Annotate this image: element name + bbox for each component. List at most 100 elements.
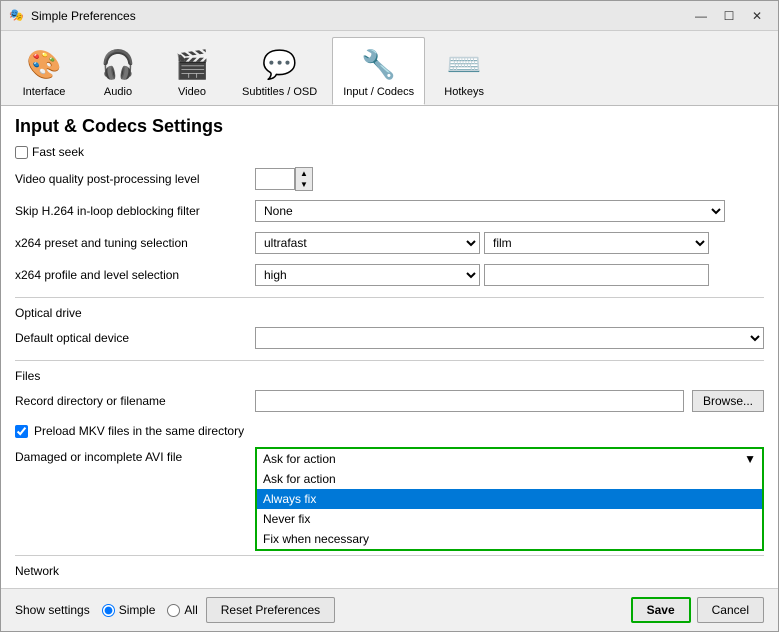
fast-seek-label: Fast seek: [32, 145, 84, 159]
audio-label: Audio: [104, 86, 132, 98]
browse-button[interactable]: Browse...: [692, 390, 764, 412]
record-dir-row: Record directory or filename Browse...: [15, 387, 764, 415]
skip-h264-control: None: [255, 200, 764, 222]
nav-input-codecs[interactable]: 🔧 Input / Codecs: [332, 37, 425, 105]
settings-scroll[interactable]: Fast seek Video quality post-processing …: [1, 145, 778, 588]
damaged-avi-dropdown[interactable]: Ask for action ▼ Ask for action Always f…: [255, 447, 764, 551]
maximize-button[interactable]: ☐: [716, 5, 742, 27]
window-controls: — ☐ ✕: [688, 5, 770, 27]
dropdown-option-always[interactable]: Always fix: [257, 489, 762, 509]
hotkeys-icon: ⌨️: [444, 44, 484, 84]
spinner-buttons: ▲ ▼: [295, 167, 313, 191]
save-button[interactable]: Save: [631, 597, 691, 623]
main-window: 🎭 Simple Preferences — ☐ ✕ 🎨 Interface 🎧…: [0, 0, 779, 632]
show-settings-group: Show settings Simple All Reset Preferenc…: [15, 597, 335, 623]
fast-seek-checkbox[interactable]: [15, 146, 28, 159]
dropdown-arrow-icon: ▼: [744, 452, 756, 466]
video-quality-input[interactable]: 6: [255, 168, 295, 190]
damaged-avi-label: Damaged or incomplete AVI file: [15, 447, 255, 464]
page-title: Input & Codecs Settings: [1, 106, 778, 145]
hotkeys-label: Hotkeys: [444, 86, 484, 98]
x264-level-input[interactable]: 0: [484, 264, 709, 286]
x264-preset-label: x264 preset and tuning selection: [15, 236, 255, 250]
x264-preset-control: ultrafast film: [255, 232, 764, 254]
dropdown-option-ask[interactable]: Ask for action: [257, 469, 762, 489]
x264-profile-label: x264 profile and level selection: [15, 268, 255, 282]
optical-section-header: Optical drive: [15, 306, 764, 320]
record-input[interactable]: [255, 390, 684, 412]
interface-icon: 🎨: [24, 44, 64, 84]
video-quality-label: Video quality post-processing level: [15, 172, 255, 186]
input-label: Input / Codecs: [343, 86, 414, 98]
skip-h264-select[interactable]: None: [255, 200, 725, 222]
default-optical-label: Default optical device: [15, 331, 255, 345]
video-quality-spinner: 6 ▲ ▼: [255, 167, 313, 191]
nav-bar: 🎨 Interface 🎧 Audio 🎬 Video 💬 Subtitles …: [1, 31, 778, 105]
simple-radio-option[interactable]: Simple: [102, 603, 156, 617]
record-dir-control: Browse...: [255, 390, 764, 412]
video-icon: 🎬: [172, 44, 212, 84]
x264-preset-select[interactable]: ultrafast: [255, 232, 480, 254]
all-radio-option[interactable]: All: [167, 603, 197, 617]
x264-profile-row: x264 profile and level selection high 0: [15, 261, 764, 289]
nav-interface[interactable]: 🎨 Interface: [9, 37, 79, 105]
preload-mkv-checkbox[interactable]: [15, 425, 28, 438]
all-radio[interactable]: [167, 604, 180, 617]
bottom-bar: Show settings Simple All Reset Preferenc…: [1, 588, 778, 631]
dropdown-option-never[interactable]: Never fix: [257, 509, 762, 529]
divider-1: [15, 297, 764, 298]
minimize-button[interactable]: —: [688, 5, 714, 27]
interface-label: Interface: [23, 86, 66, 98]
preload-mkv-label: Preload MKV files in the same directory: [34, 424, 244, 438]
close-button[interactable]: ✕: [744, 5, 770, 27]
divider-3: [15, 555, 764, 556]
nav-subtitles[interactable]: 💬 Subtitles / OSD: [231, 37, 328, 105]
x264-tune-select[interactable]: film: [484, 232, 709, 254]
divider-2: [15, 360, 764, 361]
nav-hotkeys[interactable]: ⌨️ Hotkeys: [429, 37, 499, 105]
damaged-avi-row: Damaged or incomplete AVI file Ask for a…: [15, 447, 764, 551]
damaged-avi-control: Ask for action ▼ Ask for action Always f…: [255, 447, 764, 551]
default-optical-row: Default optical device: [15, 324, 764, 352]
x264-preset-row: x264 preset and tuning selection ultrafa…: [15, 229, 764, 257]
app-icon: 🎭: [9, 8, 25, 24]
video-quality-row: Video quality post-processing level 6 ▲ …: [15, 165, 764, 193]
bottom-buttons: Save Cancel: [631, 597, 764, 623]
skip-h264-row: Skip H.264 in-loop deblocking filter Non…: [15, 197, 764, 225]
files-section-header: Files: [15, 369, 764, 383]
spinner-down[interactable]: ▼: [296, 179, 312, 190]
default-optical-control: [255, 327, 764, 349]
dropdown-list: Ask for action Always fix Never fix Fix …: [255, 469, 764, 551]
reset-preferences-button[interactable]: Reset Preferences: [206, 597, 335, 623]
network-section-header: Network: [15, 564, 764, 578]
input-icon: 🔧: [359, 44, 399, 84]
nav-audio[interactable]: 🎧 Audio: [83, 37, 153, 105]
subtitles-icon: 💬: [260, 44, 300, 84]
default-caching-row: Default caching policy: [15, 582, 764, 588]
preload-mkv-row: Preload MKV files in the same directory: [15, 419, 764, 443]
x264-profile-control: high 0: [255, 264, 764, 286]
title-bar: 🎭 Simple Preferences — ☐ ✕: [1, 1, 778, 31]
spinner-up[interactable]: ▲: [296, 168, 312, 179]
record-dir-label: Record directory or filename: [15, 394, 255, 408]
subtitles-label: Subtitles / OSD: [242, 86, 317, 98]
audio-icon: 🎧: [98, 44, 138, 84]
show-settings-radio-group: Simple All: [102, 603, 198, 617]
show-settings-label: Show settings: [15, 603, 90, 617]
dropdown-option-fix-when[interactable]: Fix when necessary: [257, 529, 762, 549]
optical-device-select[interactable]: [255, 327, 764, 349]
simple-radio[interactable]: [102, 604, 115, 617]
x264-profile-select[interactable]: high: [255, 264, 480, 286]
dropdown-selected[interactable]: Ask for action ▼: [255, 447, 764, 469]
video-quality-control: 6 ▲ ▼: [255, 167, 764, 191]
skip-h264-label: Skip H.264 in-loop deblocking filter: [15, 204, 255, 218]
content-area: Input & Codecs Settings Fast seek Video …: [1, 105, 778, 588]
fast-seek-row: Fast seek: [15, 145, 764, 159]
video-label: Video: [178, 86, 206, 98]
all-label: All: [184, 603, 197, 617]
simple-label: Simple: [119, 603, 156, 617]
nav-video[interactable]: 🎬 Video: [157, 37, 227, 105]
cancel-button[interactable]: Cancel: [697, 597, 764, 623]
window-title: Simple Preferences: [31, 9, 688, 23]
dropdown-selected-text: Ask for action: [263, 452, 336, 466]
